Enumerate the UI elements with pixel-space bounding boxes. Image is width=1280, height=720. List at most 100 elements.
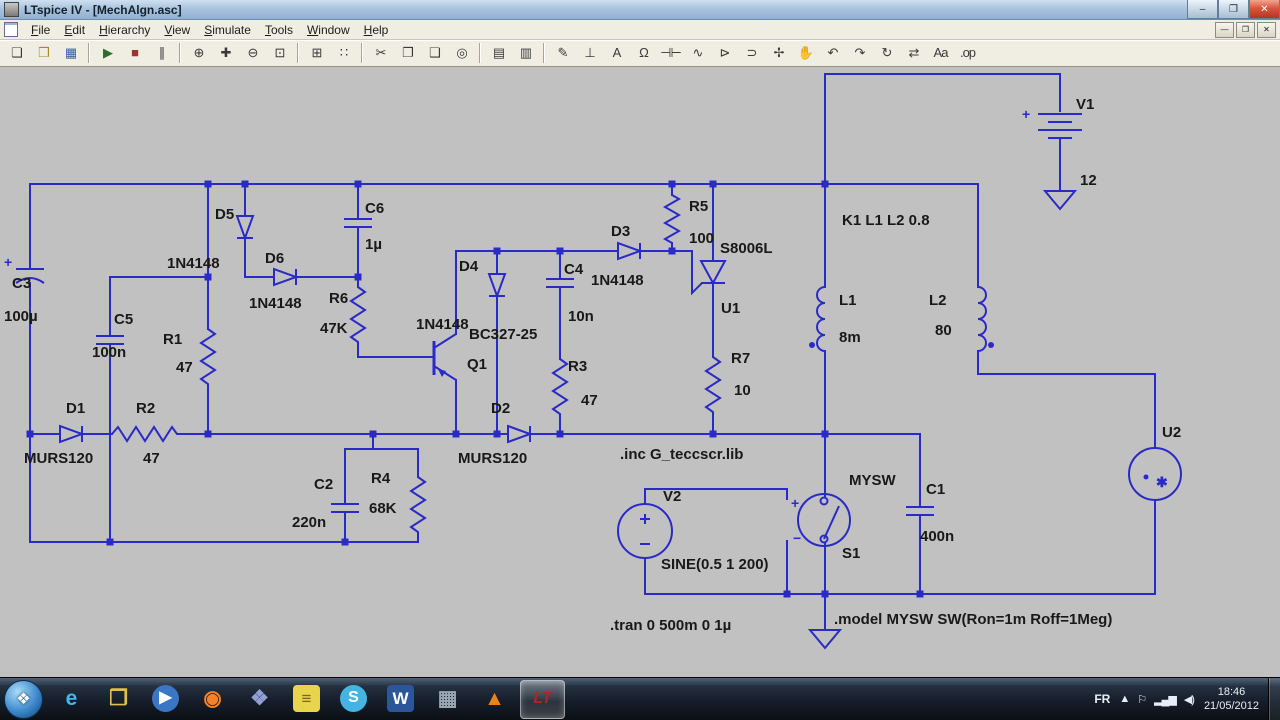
component-R7[interactable] (704, 356, 722, 415)
pause-simulation-icon[interactable]: ∥ (149, 40, 174, 65)
menu-help[interactable]: Help (357, 22, 396, 38)
component-R1[interactable] (199, 328, 217, 389)
label-R3-value[interactable]: 47 (581, 392, 598, 409)
minimize-button[interactable]: – (1187, 0, 1218, 19)
taskbar-media-player[interactable]: ▶ (144, 680, 187, 717)
language-indicator[interactable]: FR (1089, 692, 1115, 706)
label-C1-value[interactable]: 400n (920, 528, 954, 545)
label-C3-value[interactable]: 100µ (4, 308, 38, 325)
label-D1[interactable]: D1 (66, 400, 85, 417)
component-D5[interactable] (235, 215, 255, 241)
component-R6[interactable] (349, 286, 367, 347)
paste-icon[interactable]: ❑ (422, 40, 447, 65)
label-C6-value[interactable]: 1µ (365, 236, 382, 253)
label-C2-value[interactable]: 220n (292, 514, 326, 531)
label-R6[interactable]: R6 (329, 290, 348, 307)
label-D5[interactable]: D5 (215, 206, 234, 223)
network-icon[interactable]: ▂▄▆ (1150, 693, 1180, 706)
label-C4[interactable]: C4 (564, 261, 584, 278)
action-center-flag[interactable]: ⚐ (1133, 693, 1150, 706)
print-preview-icon[interactable]: ▤ (486, 40, 511, 65)
zoom-in-icon[interactable]: ⊕ (186, 40, 211, 65)
hidden-icons-chevron[interactable]: ▲ (1115, 693, 1133, 706)
taskbar-windows-explorer[interactable]: ❒ (97, 680, 140, 717)
label-L1[interactable]: L1 (839, 292, 857, 309)
label-S1[interactable]: S1 (842, 545, 860, 562)
label-R4[interactable]: R4 (371, 470, 391, 487)
component-C4[interactable] (546, 278, 574, 288)
taskbar-internet-explorer[interactable]: e (50, 680, 93, 717)
taskbar-word[interactable]: W (379, 680, 422, 717)
taskbar-skype[interactable]: S (332, 680, 375, 717)
document-icon[interactable] (4, 22, 18, 38)
start-button[interactable]: ❖ (4, 679, 43, 719)
label-L1-value[interactable]: 8m (839, 329, 861, 346)
show-grid-icon[interactable]: ⊞ (304, 40, 329, 65)
cut-icon[interactable]: ✂ (368, 40, 393, 65)
label-D3-value[interactable]: 1N4148 (591, 272, 644, 289)
component-C5[interactable] (96, 335, 124, 345)
component-R2[interactable] (111, 425, 180, 443)
label-U1[interactable]: U1 (721, 300, 740, 317)
label-Q1[interactable]: Q1 (467, 356, 487, 373)
label-R5[interactable]: R5 (689, 198, 708, 215)
component-D1[interactable] (59, 424, 85, 444)
label-tran-directive[interactable]: .tran 0 500m 0 1µ (610, 617, 731, 634)
label-R7-value[interactable]: 10 (734, 382, 751, 399)
component-U2[interactable]: ✱ (1128, 447, 1182, 501)
taskbar-taskbar-app-5[interactable]: ❖ (238, 680, 281, 717)
label-C1[interactable]: C1 (926, 481, 945, 498)
taskbar-ltspice[interactable]: LT (520, 679, 565, 719)
component-C1[interactable] (906, 506, 934, 516)
place-resistor-icon[interactable]: Ω (631, 40, 656, 65)
label-C2[interactable]: C2 (314, 476, 333, 493)
ground-symbol-main[interactable] (807, 629, 843, 650)
undo-icon[interactable]: ↶ (820, 40, 845, 65)
component-C6[interactable] (344, 218, 372, 228)
label-Q1-type[interactable]: BC327-25 (469, 326, 537, 343)
component-R4[interactable] (409, 476, 427, 535)
label-R1[interactable]: R1 (163, 331, 182, 348)
schematic-svg[interactable]: + + + − ✱ C3100µ C5100nR147D51N4148 D61N… (0, 67, 1280, 677)
print-icon[interactable]: ▥ (513, 40, 538, 65)
label-C5-value[interactable]: 100n (92, 344, 126, 361)
copy-icon[interactable]: ❐ (395, 40, 420, 65)
component-R5[interactable] (662, 194, 682, 244)
label-C5[interactable]: C5 (114, 311, 133, 328)
label-U2[interactable]: U2 (1162, 424, 1181, 441)
wires[interactable] (29, 73, 1156, 631)
new-schematic-icon[interactable]: ❏ (4, 40, 29, 65)
label-R3[interactable]: R3 (568, 358, 587, 375)
component-L2[interactable] (977, 286, 994, 352)
zoom-full-extents-icon[interactable]: ⊡ (267, 40, 292, 65)
run-simulation-icon[interactable]: ▶ (95, 40, 120, 65)
components[interactable]: + + + − ✱ (4, 106, 1182, 650)
label-D5-value[interactable]: 1N4148 (167, 255, 220, 272)
volume-icon[interactable]: ◀) (1180, 693, 1198, 706)
mdi-close-button[interactable]: ✕ (1257, 21, 1276, 38)
snap-grid-icon[interactable]: ∷ (331, 40, 356, 65)
show-desktop-button[interactable] (1268, 678, 1280, 720)
find-icon[interactable]: ◎ (449, 40, 474, 65)
label-K1-directive[interactable]: K1 L1 L2 0.8 (842, 212, 930, 229)
component-C2[interactable] (331, 503, 359, 513)
title-bar[interactable]: LTspice IV - [MechAlgn.asc] – ❐ ✕ (0, 0, 1280, 21)
zoom-pan-icon[interactable]: ✚ (213, 40, 238, 65)
ltspice-app-icon[interactable] (4, 2, 19, 18)
label-model-directive[interactable]: .model MYSW SW(Ron=1m Roff=1Meg) (834, 611, 1112, 628)
label-R6-value[interactable]: 47K (320, 320, 348, 337)
menu-window[interactable]: Window (300, 22, 357, 38)
close-button[interactable]: ✕ (1249, 0, 1280, 19)
taskbar-firefox[interactable]: ◉ (191, 680, 234, 717)
menu-hierarchy[interactable]: Hierarchy (92, 22, 157, 38)
label-R1-value[interactable]: 47 (176, 359, 193, 376)
save-icon[interactable]: ▦ (58, 40, 83, 65)
open-file-icon[interactable]: ❒ (31, 40, 56, 65)
menu-view[interactable]: View (157, 22, 197, 38)
place-inductor-icon[interactable]: ∿ (685, 40, 710, 65)
component-D3[interactable] (617, 241, 643, 261)
component-R3[interactable] (551, 358, 569, 419)
label-D1-value[interactable]: MURS120 (24, 450, 93, 467)
text-icon[interactable]: Aa (928, 40, 953, 65)
label-D4[interactable]: D4 (459, 258, 479, 275)
